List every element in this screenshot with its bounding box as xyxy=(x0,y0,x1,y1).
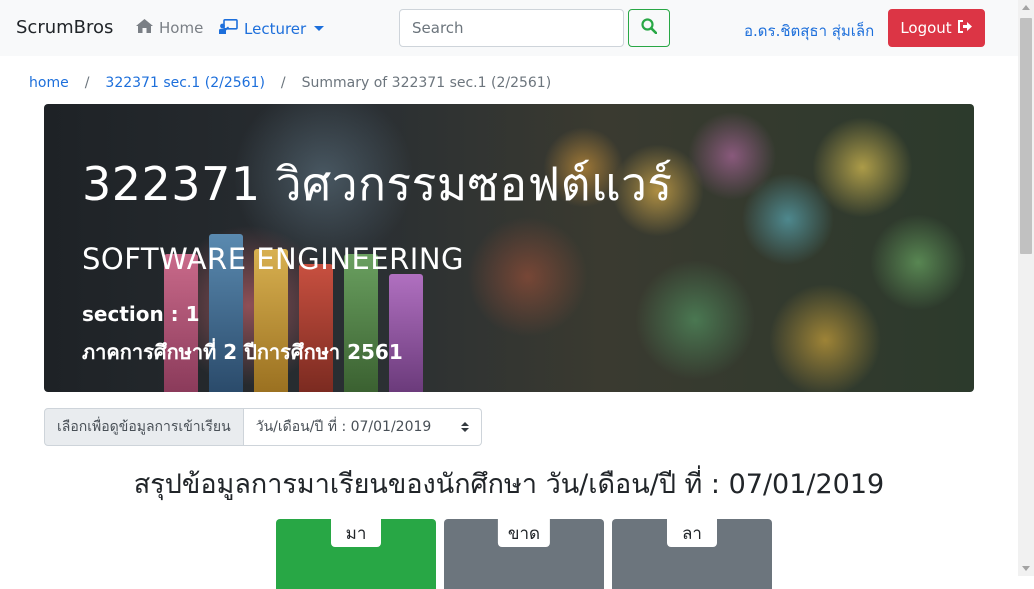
status-card-present[interactable]: มา xyxy=(276,519,436,589)
logout-button[interactable]: Logout xyxy=(888,9,985,47)
breadcrumb-home-link[interactable]: home xyxy=(29,75,69,91)
date-select-label: เลือกเพื่อดูข้อมูลการเข้าเรียน xyxy=(44,408,244,446)
course-title: 322371 วิศวกรรมซอฟต์แวร์ xyxy=(82,157,673,211)
brand-logo[interactable]: ScrumBros xyxy=(16,17,113,38)
breadcrumb: home / 322371 sec.1 (2/2561) / Summary o… xyxy=(29,75,551,91)
course-section: section : 1 xyxy=(82,302,200,326)
nav-home-link[interactable]: Home xyxy=(136,19,203,37)
caret-down-icon xyxy=(314,26,325,31)
nav-lecturer-label: Lecturer xyxy=(244,19,307,38)
status-card-leave[interactable]: ลา xyxy=(612,519,772,589)
course-english-name: SOFTWARE ENGINEERING xyxy=(82,242,464,276)
nav-lecturer-dropdown[interactable]: Lecturer xyxy=(219,19,325,38)
top-navbar: ScrumBros Home Lecturer อ.ดร.ชิตสุธา สุ่… xyxy=(0,0,1018,56)
status-card-label: ขาด xyxy=(497,519,551,547)
breadcrumb-current: Summary of 322371 sec.1 (2/2561) xyxy=(301,75,552,91)
user-name-link[interactable]: อ.ดร.ชิตสุธา สุ่มเล็ก xyxy=(744,19,874,43)
logout-label: Logout xyxy=(900,19,952,37)
chalkboard-teacher-icon xyxy=(219,19,238,38)
status-card-label: มา xyxy=(331,519,381,547)
status-card-absent[interactable]: ขาด xyxy=(444,519,604,589)
breadcrumb-separator: / xyxy=(280,75,286,91)
date-select-value: วัน/เดือน/ปี ที่ : 07/01/2019 xyxy=(255,419,432,435)
sign-out-icon xyxy=(957,19,973,37)
breadcrumb-separator: / xyxy=(84,75,90,91)
nav-home-label: Home xyxy=(159,19,204,37)
home-icon xyxy=(136,19,153,37)
summary-heading: สรุปข้อมูลการมาเรียนของนักศึกษา วัน/เดือ… xyxy=(133,469,885,500)
breadcrumb-course-link[interactable]: 322371 sec.1 (2/2561) xyxy=(105,75,264,91)
course-term: ภาคการศึกษาที่ 2 ปีการศึกษา 2561 xyxy=(82,340,403,364)
status-card-label: ลา xyxy=(667,519,717,547)
scroll-up-arrow-icon[interactable] xyxy=(1022,5,1030,10)
select-arrows-icon xyxy=(460,422,469,432)
search-button[interactable] xyxy=(628,9,670,47)
search-icon xyxy=(641,18,658,38)
course-banner: 322371 วิศวกรรมซอฟต์แวร์ SOFTWARE ENGINE… xyxy=(44,104,974,392)
search-input[interactable] xyxy=(399,9,624,47)
date-select[interactable]: วัน/เดือน/ปี ที่ : 07/01/2019 xyxy=(243,408,482,446)
scroll-thumb[interactable] xyxy=(1020,18,1032,254)
scroll-down-arrow-icon[interactable] xyxy=(1022,566,1030,571)
date-select-group: เลือกเพื่อดูข้อมูลการเข้าเรียน วัน/เดือน… xyxy=(44,408,482,446)
page-scrollbar[interactable] xyxy=(1018,0,1034,576)
